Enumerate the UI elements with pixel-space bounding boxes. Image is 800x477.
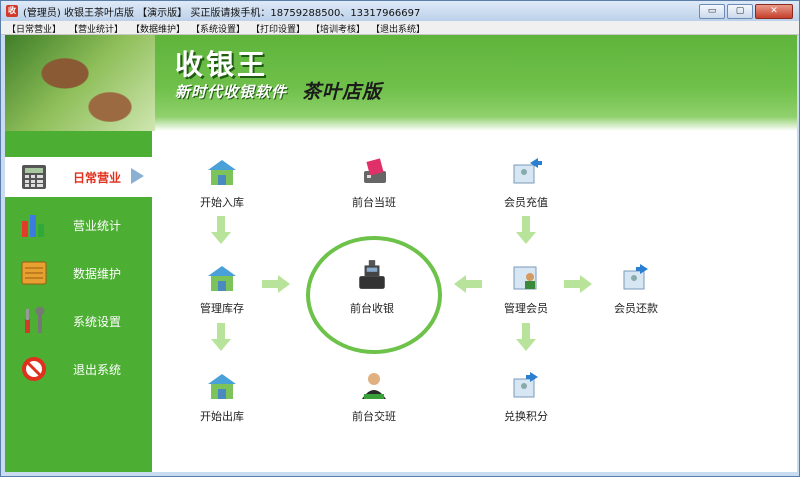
tools-icon: [25, 307, 45, 333]
member-card-arrow-icon: [623, 264, 648, 290]
sidebar: 日常营业 营业统计 数据维护 系统设置 退出系统: [5, 131, 152, 472]
database-box-icon: [21, 261, 47, 285]
banner-title: 收银王: [175, 48, 269, 81]
node-label: 前台交班: [352, 410, 396, 423]
sidebar-item-data-maintenance[interactable]: 数据维护: [5, 253, 152, 293]
sidebar-item-label: 退出系统: [73, 363, 122, 377]
front-cashier-button[interactable]: 前台收银: [332, 257, 412, 316]
warehouse-icon: [208, 160, 236, 185]
sidebar-item-business-stats[interactable]: 营业统计: [5, 205, 152, 245]
member-card-icon: [513, 266, 537, 290]
menu-training-exam[interactable]: 【培训考核】: [311, 22, 365, 35]
front-shift-on-button[interactable]: 前台当班: [334, 157, 414, 210]
maximize-button[interactable]: ▢: [727, 4, 753, 19]
tea-photo: [5, 35, 155, 131]
node-label: 前台收银: [350, 302, 394, 315]
member-card-arrow-icon: [513, 372, 538, 398]
node-label: 开始入库: [200, 196, 244, 209]
sidebar-item-label: 营业统计: [73, 219, 122, 233]
calculator-icon: [22, 165, 46, 189]
start-stock-out-button[interactable]: 开始出库: [182, 371, 262, 424]
banner-subtitle-right: 茶叶店版: [302, 81, 383, 103]
node-label: 会员还款: [614, 302, 658, 315]
arrow-down-icon: [211, 216, 231, 244]
window-title: (管理员) 收银王茶叶店版 【演示版】 买正版请拨手机：18759288500、…: [23, 8, 421, 19]
warehouse-icon: [208, 266, 236, 291]
menu-daily-business[interactable]: 【日常营业】: [7, 22, 61, 35]
arrow-left-icon: [454, 275, 482, 293]
title-bar[interactable]: 收 (管理员) 收银王茶叶店版 【演示版】 买正版请拨手机：1875928850…: [1, 1, 799, 21]
member-card-arrow-icon: [513, 158, 542, 184]
arrow-down-icon: [516, 216, 536, 244]
arrow-right-icon: [262, 275, 290, 293]
node-label: 前台当班: [352, 196, 396, 209]
sidebar-item-label: 数据维护: [73, 267, 122, 281]
app-window: 收 (管理员) 收银王茶叶店版 【演示版】 买正版请拨手机：1875928850…: [0, 0, 800, 477]
manage-inventory-button[interactable]: 管理库存: [182, 263, 262, 316]
sidebar-item-exit-system[interactable]: 退出系统: [5, 349, 152, 389]
banner-subtitle-left: 新时代收银软件: [175, 83, 288, 101]
menu-exit-system[interactable]: 【退出系统】: [371, 22, 425, 35]
node-label: 兑换积分: [504, 410, 548, 423]
menu-system-settings[interactable]: 【系统设置】: [191, 22, 245, 35]
active-arrow-icon: [131, 168, 144, 184]
no-entry-icon: [22, 357, 46, 381]
member-recharge-button[interactable]: 会员充值: [486, 157, 566, 210]
bar-chart-icon: [22, 215, 44, 237]
node-label: 开始出库: [200, 410, 244, 423]
front-shift-handover-button[interactable]: 前台交班: [334, 371, 414, 424]
sidebar-item-system-settings[interactable]: 系统设置: [5, 301, 152, 341]
start-stock-in-button[interactable]: 开始入库: [182, 157, 262, 210]
redeem-points-button[interactable]: 兑换积分: [486, 371, 566, 424]
app-icon: 收: [6, 5, 18, 17]
window-controls: ▭ ▢ ✕: [699, 4, 793, 19]
menu-data-maintenance[interactable]: 【数据维护】: [131, 22, 185, 35]
cash-register-icon: [359, 260, 385, 289]
menu-print-settings[interactable]: 【打印设置】: [251, 22, 305, 35]
menu-bar: 【日常营业】 【营业统计】 【数据维护】 【系统设置】 【打印设置】 【培训考核…: [1, 21, 799, 35]
node-label: 管理库存: [200, 302, 244, 315]
node-label: 会员充值: [504, 196, 548, 209]
cashier-person-icon: [362, 373, 386, 399]
close-button[interactable]: ✕: [755, 4, 793, 19]
sidebar-item-daily-business[interactable]: 日常营业: [5, 157, 152, 197]
node-label: 管理会员: [504, 302, 548, 315]
minimize-button[interactable]: ▭: [699, 4, 725, 19]
card-reader-icon: [364, 158, 386, 183]
sidebar-item-label: 日常营业: [73, 171, 122, 185]
workflow-panel: 开始入库 前台当班 会员充值 管理库存 前台收银 管理会员 会员还款 开始出库 …: [152, 131, 797, 472]
arrow-down-icon: [516, 323, 536, 351]
member-repay-button[interactable]: 会员还款: [596, 263, 676, 316]
manage-members-button[interactable]: 管理会员: [486, 263, 566, 316]
arrow-right-icon: [564, 275, 592, 293]
arrow-down-icon: [211, 323, 231, 351]
menu-business-stats[interactable]: 【营业统计】: [69, 22, 123, 35]
warehouse-icon: [208, 374, 236, 399]
sidebar-item-label: 系统设置: [73, 315, 122, 329]
header-banner: 收银王 新时代收银软件 茶叶店版: [5, 35, 797, 131]
